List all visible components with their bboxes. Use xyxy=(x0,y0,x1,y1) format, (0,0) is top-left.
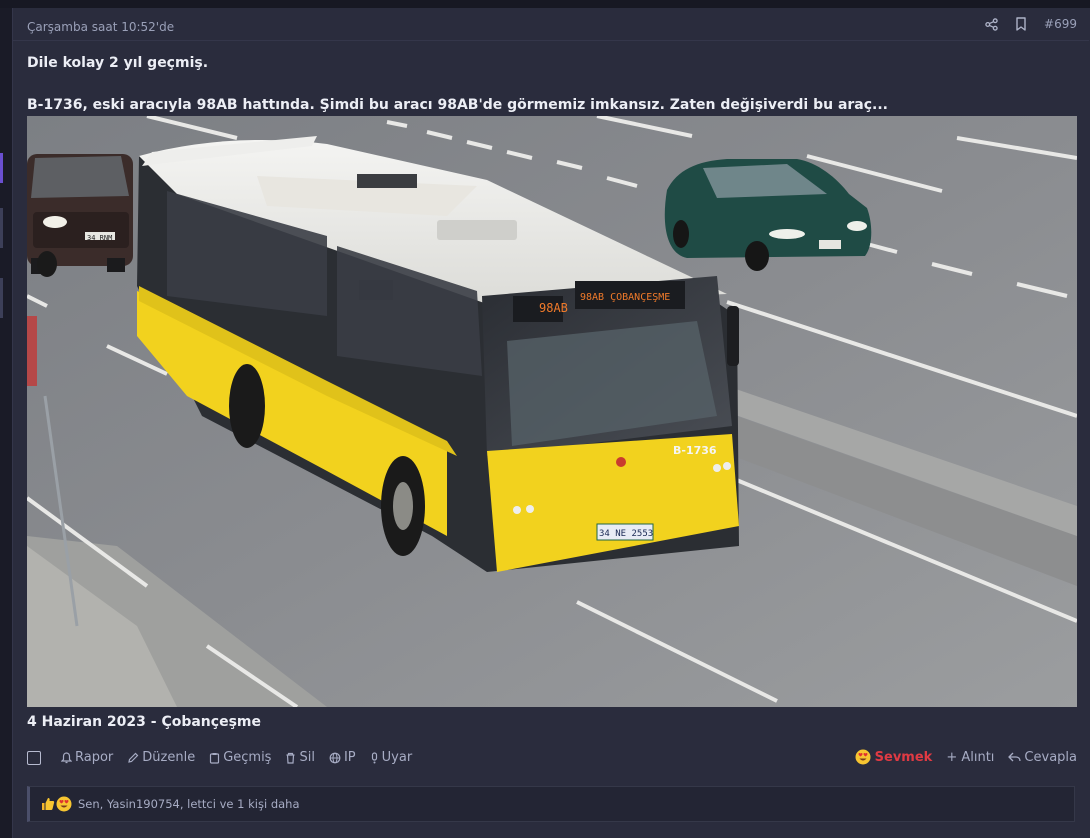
post-actions-left: Rapor Düzenle Geçmiş Sil IP Uyar xyxy=(27,750,412,765)
gutter-mark xyxy=(0,278,3,318)
thumbs-up-icon xyxy=(42,798,55,810)
reply-label: Cevapla xyxy=(1024,749,1077,765)
suv-car xyxy=(27,154,133,277)
bus-side-sign-text: 98AB xyxy=(539,301,568,315)
report-button[interactable]: Rapor xyxy=(61,750,113,765)
delete-label: Sil xyxy=(299,750,315,765)
warn-button[interactable]: Uyar xyxy=(370,750,413,765)
select-checkbox[interactable] xyxy=(27,750,41,765)
heart-eyes-icon xyxy=(855,749,871,765)
clipboard-icon xyxy=(210,752,220,764)
gutter-mark xyxy=(0,208,3,248)
post-actions-right: Sevmek + Alıntı Cevapla xyxy=(855,749,1077,765)
history-label: Geçmiş xyxy=(223,750,272,765)
pencil-icon xyxy=(128,752,139,763)
post-number-link[interactable]: #699 xyxy=(1044,17,1077,31)
bus-number-label: B-1736 xyxy=(673,444,717,457)
header-actions: #699 xyxy=(984,17,1077,31)
warning-icon xyxy=(371,751,377,763)
edit-label: Düzenle xyxy=(142,750,196,765)
bus-photo-illustration: 98AB 98AB ÇOBANÇEŞME B-1736 34 NE 2553 3… xyxy=(27,116,1077,707)
quote-button[interactable]: + Alıntı xyxy=(946,750,994,765)
left-gutter xyxy=(0,8,12,838)
reactions-bar[interactable]: Sen, Yasin190754, lettci ve 1 kişi daha xyxy=(27,786,1075,822)
post-text-line: Dile kolay 2 yıl geçmiş. xyxy=(27,55,209,71)
top-strip xyxy=(0,0,1090,8)
history-button[interactable]: Geçmiş xyxy=(209,750,271,765)
photo-caption: 4 Haziran 2023 - Çobançeşme xyxy=(27,714,261,730)
like-button[interactable]: Sevmek xyxy=(855,749,933,765)
reply-button[interactable]: Cevapla xyxy=(1008,750,1077,765)
post-text-line: B-1736, eski aracıyla 98AB hattında. Şim… xyxy=(27,97,888,113)
ip-button[interactable]: IP xyxy=(329,750,356,765)
share-icon[interactable] xyxy=(984,17,998,31)
warn-label: Uyar xyxy=(381,750,413,765)
forum-post: Çarşamba saat 10:52'de #699 Dile kolay 2… xyxy=(12,8,1090,838)
bookmark-icon[interactable] xyxy=(1014,17,1028,31)
post-photo-bus[interactable]: 98AB 98AB ÇOBANÇEŞME B-1736 34 NE 2553 3… xyxy=(27,116,1077,707)
suv-license-plate: 34 RNM xyxy=(87,234,112,242)
gutter-highlight xyxy=(0,153,3,183)
trash-icon xyxy=(286,752,295,764)
bell-icon xyxy=(61,751,72,763)
bus-front-sign-text: 98AB ÇOBANÇEŞME xyxy=(580,292,670,303)
post-header: Çarşamba saat 10:52'de #699 xyxy=(13,8,1089,41)
delete-button[interactable]: Sil xyxy=(285,750,315,765)
bus-license-plate: 34 NE 2553 xyxy=(599,529,653,539)
reactions-summary[interactable]: Sen, Yasin190754, lettci ve 1 kişi daha xyxy=(78,797,300,811)
heart-eyes-icon xyxy=(56,796,72,812)
edit-button[interactable]: Düzenle xyxy=(127,750,195,765)
report-label: Rapor xyxy=(75,750,114,765)
globe-icon xyxy=(329,752,341,763)
post-date[interactable]: Çarşamba saat 10:52'de xyxy=(27,20,174,34)
like-label: Sevmek xyxy=(874,749,933,765)
ip-label: IP xyxy=(343,750,356,765)
reply-arrow-icon xyxy=(1008,752,1022,762)
